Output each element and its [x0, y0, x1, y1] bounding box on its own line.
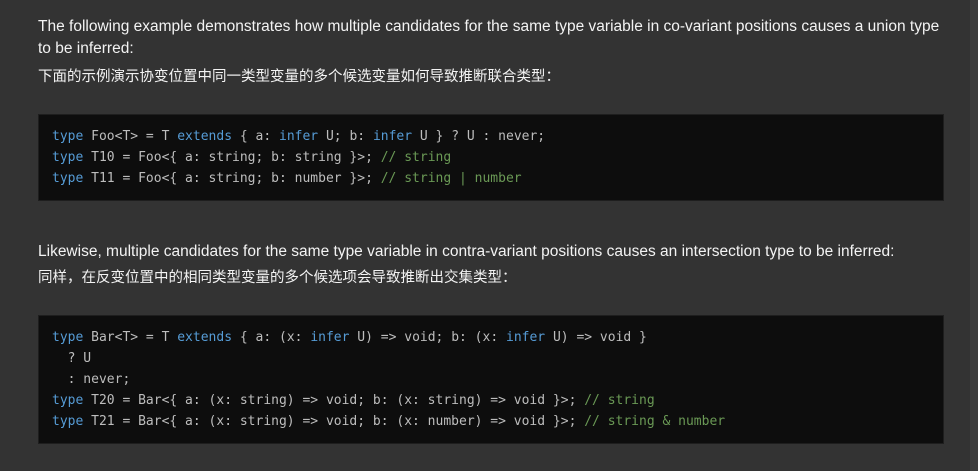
code-keyword: infer	[506, 330, 546, 345]
covariant-code-block: type Foo<T> = T extends { a: infer U; b:…	[38, 114, 944, 201]
code-text: U; b:	[318, 129, 373, 144]
code-keyword: infer	[279, 129, 319, 144]
code-line: type Foo<T> = T extends { a: infer U; b:…	[52, 126, 943, 147]
code-line: type T20 = Bar<{ a: (x: string) => void;…	[52, 390, 943, 411]
code-text: T20 = Bar<{ a: (x: string) => void; b: (…	[83, 393, 585, 408]
code-text: U) => void; b: (x:	[349, 330, 506, 345]
code-keyword: extends	[177, 330, 233, 345]
code-keyword: infer	[310, 330, 350, 345]
code-keyword: type	[52, 330, 84, 345]
code-text: U } ? U : never;	[412, 129, 546, 144]
code-text: { a: (x:	[232, 330, 311, 345]
contravariant-code-block: type Bar<T> = T extends { a: (x: infer U…	[38, 315, 944, 444]
code-line: type T21 = Bar<{ a: (x: string) => void;…	[52, 411, 943, 432]
covariant-description-en: The following example demonstrates how m…	[38, 18, 940, 57]
code-comment: // string | number	[380, 171, 522, 186]
code-keyword: type	[52, 414, 84, 429]
code-line: : never;	[52, 369, 943, 390]
code-line: ? U	[52, 348, 943, 369]
code-keyword: type	[52, 171, 84, 186]
code-comment: // string	[380, 150, 452, 165]
code-text: Bar<T> = T	[83, 330, 178, 345]
code-line: type T10 = Foo<{ a: string; b: string }>…	[52, 147, 943, 168]
code-keyword: infer	[372, 129, 413, 144]
code-text: U) => void }	[545, 330, 647, 345]
code-comment: // string & number	[584, 414, 726, 429]
code-comment: // string	[584, 393, 655, 408]
code-keyword: type	[52, 129, 84, 144]
code-line: type T11 = Foo<{ a: string; b: number }>…	[52, 168, 943, 189]
contravariant-description-cn: 同样，在反变位置中的相同类型变量的多个候选项会导致推断出交集类型：	[38, 270, 517, 286]
code-line: type Bar<T> = T extends { a: (x: infer U…	[52, 327, 943, 348]
scrollbar-track[interactable]	[970, 0, 978, 471]
code-text: : never;	[52, 372, 131, 387]
contravariant-description-en: Likewise, multiple candidates for the sa…	[38, 243, 895, 260]
code-keyword: type	[52, 150, 84, 165]
code-text: T10 = Foo<{ a: string; b: string }>;	[83, 150, 381, 165]
code-keyword: type	[52, 393, 84, 408]
code-text: T11 = Foo<{ a: string; b: number }>;	[83, 171, 381, 186]
code-text: ? U	[52, 351, 92, 366]
code-text: Foo<T> = T	[83, 129, 178, 144]
covariant-description-cn: 下面的示例演示协变位置中同一类型变量的多个候选变量如何导致推断联合类型：	[38, 69, 560, 85]
code-text: T21 = Bar<{ a: (x: string) => void; b: (…	[83, 414, 585, 429]
code-text: { a:	[232, 129, 279, 144]
code-keyword: extends	[177, 129, 233, 144]
